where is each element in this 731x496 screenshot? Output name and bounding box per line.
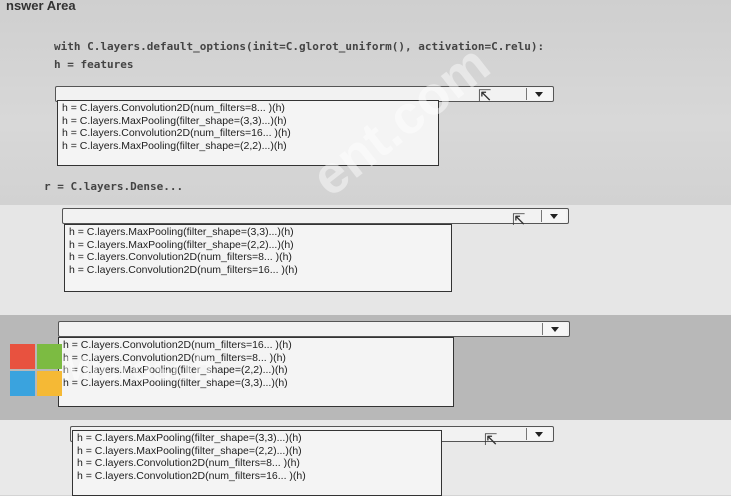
dropdown-1-option-1[interactable]: h = C.layers.Convolution2D(num_filters=8… xyxy=(62,102,434,115)
dropdown-1-option-3[interactable]: h = C.layers.Convolution2D(num_filters=1… xyxy=(62,127,434,140)
dropdown-3[interactable] xyxy=(58,321,570,337)
dropdown-1-option-4[interactable]: h = C.layers.MaxPooling(filter_shape=(2,… xyxy=(62,140,434,153)
chevron-down-icon[interactable] xyxy=(526,428,551,440)
dropdown-1-option-2[interactable]: h = C.layers.MaxPooling(filter_shape=(3,… xyxy=(62,115,434,128)
dropdown-2-option-1[interactable]: h = C.layers.MaxPooling(filter_shape=(3,… xyxy=(69,226,447,239)
dropdown-2-option-3[interactable]: h = C.layers.Convolution2D(num_filters=8… xyxy=(69,251,447,264)
dropdown-4-options: h = C.layers.MaxPooling(filter_shape=(3,… xyxy=(72,430,442,496)
mouse-pointer-icon: ⇱ xyxy=(484,432,498,449)
dropdown-3-option-2[interactable]: h = C.layers.Convolution2D(num_filters=8… xyxy=(63,352,449,365)
dropdown-4-option-4[interactable]: h = C.layers.Convolution2D(num_filters=1… xyxy=(77,470,437,483)
dropdown-3-option-3[interactable]: h = C.layers.MaxPooling(filter_shape=(2,… xyxy=(63,364,449,377)
dropdown-2[interactable] xyxy=(62,208,569,224)
dropdown-4-option-2[interactable]: h = C.layers.MaxPooling(filter_shape=(2,… xyxy=(77,445,437,458)
dropdown-3-option-4[interactable]: h = C.layers.MaxPooling(filter_shape=(3,… xyxy=(63,377,449,390)
mouse-pointer-icon: ⇱ xyxy=(512,212,526,229)
code-line-features: h = features xyxy=(54,58,134,71)
code-line-dense: r = C.layers.Dense... xyxy=(44,180,184,193)
chevron-down-icon[interactable] xyxy=(542,323,567,335)
dropdown-3-options: h = C.layers.Convolution2D(num_filters=1… xyxy=(58,337,454,407)
dropdown-2-options: h = C.layers.MaxPooling(filter_shape=(3,… xyxy=(64,224,452,292)
dropdown-3-option-1[interactable]: h = C.layers.Convolution2D(num_filters=1… xyxy=(63,339,449,352)
chevron-down-icon[interactable] xyxy=(526,88,551,100)
dropdown-4-option-1[interactable]: h = C.layers.MaxPooling(filter_shape=(3,… xyxy=(77,432,437,445)
mouse-pointer-icon: ⇱ xyxy=(478,88,492,105)
dropdown-1-options: h = C.layers.Convolution2D(num_filters=8… xyxy=(57,100,439,166)
dropdown-2-option-4[interactable]: h = C.layers.Convolution2D(num_filters=1… xyxy=(69,264,447,277)
microsoft-logo-icon xyxy=(10,344,62,396)
chevron-down-icon[interactable] xyxy=(541,210,566,222)
code-line-with: with C.layers.default_options(init=C.glo… xyxy=(54,40,545,53)
answer-area-title: nswer Area xyxy=(6,0,76,13)
dropdown-2-option-2[interactable]: h = C.layers.MaxPooling(filter_shape=(2,… xyxy=(69,239,447,252)
dropdown-4-option-3[interactable]: h = C.layers.Convolution2D(num_filters=8… xyxy=(77,457,437,470)
